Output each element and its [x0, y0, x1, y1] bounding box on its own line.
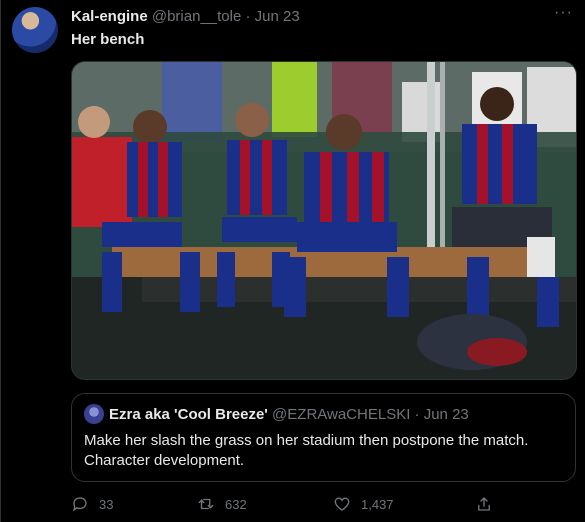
tweet-header: Kal-engine @brian__tole · Jun 23	[71, 8, 300, 25]
quoted-tweet-header: Ezra aka 'Cool Breeze' @EZRAwaCHELSKI · …	[109, 406, 469, 423]
tweet-date[interactable]: Jun 23	[255, 8, 300, 25]
heart-icon	[334, 497, 350, 511]
tweet-actions: 33 632 1,437	[71, 494, 511, 514]
quoted-tweet[interactable]: Ezra aka 'Cool Breeze' @EZRAwaCHELSKI · …	[71, 393, 576, 482]
quoted-author-handle: @EZRAwaCHELSKI	[272, 406, 411, 423]
reply-count: 33	[99, 496, 114, 512]
author-handle[interactable]: @brian__tole	[152, 8, 241, 25]
author-avatar[interactable]	[12, 7, 58, 53]
quoted-tweet-date: Jun 23	[423, 406, 469, 423]
separator-dot: ·	[414, 406, 420, 423]
tweet[interactable]: Kal-engine @brian__tole · Jun 23 ··· Her…	[0, 0, 585, 522]
share-icon	[478, 497, 490, 511]
share-button[interactable]	[475, 494, 493, 514]
quoted-author-avatar	[84, 404, 104, 424]
photo-football-bench	[72, 62, 576, 379]
author-name[interactable]: Kal-engine	[71, 8, 148, 25]
reply-icon	[72, 497, 87, 512]
more-icon[interactable]: ···	[554, 4, 573, 22]
retweet-count: 632	[225, 496, 247, 512]
retweet-icon	[198, 498, 214, 510]
quoted-author-name: Ezra aka 'Cool Breeze'	[109, 406, 268, 423]
tweet-photo[interactable]	[71, 61, 577, 380]
retweet-button[interactable]: 632	[197, 494, 247, 514]
separator-dot: ·	[245, 8, 251, 25]
like-button[interactable]: 1,437	[333, 494, 394, 514]
quoted-tweet-text: Make her slash the grass on her stadium …	[84, 432, 529, 469]
like-count: 1,437	[361, 496, 394, 512]
reply-button[interactable]: 33	[71, 494, 113, 514]
tweet-text: Her bench	[71, 31, 145, 48]
